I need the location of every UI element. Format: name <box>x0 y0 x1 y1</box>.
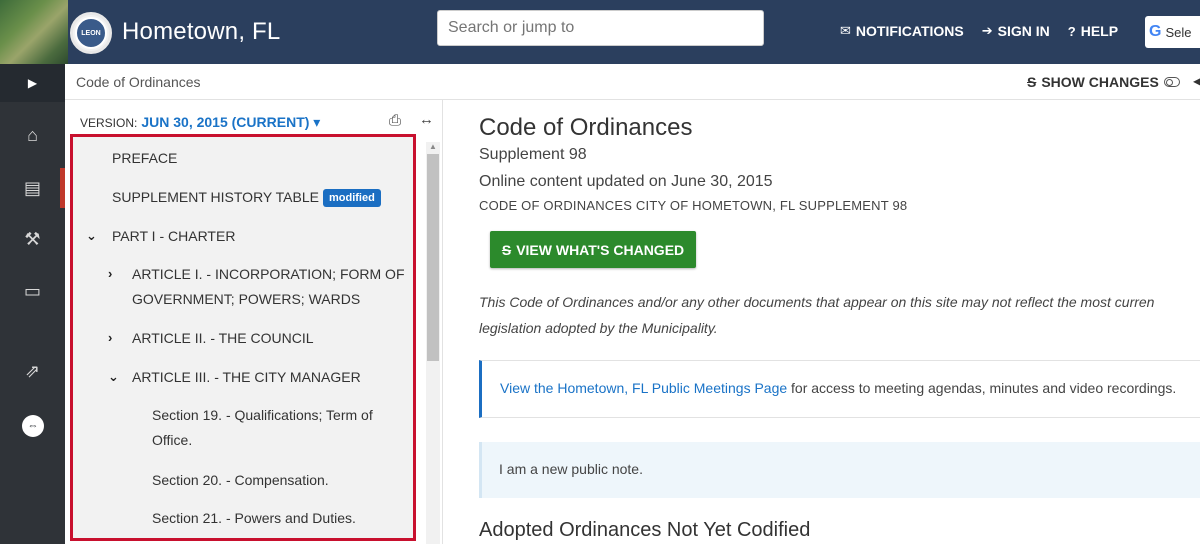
view-changed-label: VIEW WHAT'S CHANGED <box>516 241 685 258</box>
chevron-right-icon[interactable]: › <box>108 330 112 345</box>
meetings-callout: View the Hometown, FL Public Meetings Pa… <box>479 360 1200 418</box>
modified-badge: modified <box>322 189 381 207</box>
gavel-icon[interactable]: ⚒ <box>0 219 65 259</box>
header-nav: ✉ NOTIFICATIONS ➔ SIGN IN ? HELP <box>840 23 1118 39</box>
toc-item-article-i[interactable]: ARTICLE I. - INCORPORATION; FORM OF GOVE… <box>132 262 405 312</box>
top-header: LEON Hometown, FL ✉ NOTIFICATIONS ➔ SIGN… <box>0 0 1200 64</box>
version-row: VERSION: JUN 30, 2015 (CURRENT) ▾ <box>80 114 320 131</box>
notifications-link[interactable]: ✉ NOTIFICATIONS <box>840 23 964 39</box>
scroll-up-icon[interactable]: ▲ <box>429 142 437 151</box>
supplement-label: Supplement 98 <box>479 146 587 163</box>
document-subtitle: CODE OF ORDINANCES CITY OF HOMETOWN, FL … <box>479 198 908 213</box>
seal-text: LEON <box>75 17 107 49</box>
disclaimer-line-1: This Code of Ordinances and/or any other… <box>479 294 1155 310</box>
page-title: Code of Ordinances <box>479 114 693 141</box>
chevron-down-icon[interactable]: ⌄ <box>86 228 97 244</box>
meetings-text: for access to meeting agendas, minutes a… <box>787 380 1177 396</box>
google-icon: G <box>1149 23 1162 40</box>
chevron-left-icon[interactable]: ◀ <box>1193 74 1200 88</box>
toc-item-label: Section 21. - Powers and Duties. <box>152 510 356 526</box>
sign-in-label: SIGN IN <box>997 23 1050 39</box>
updated-date: Online content updated on June 30, 2015 <box>479 173 773 190</box>
breadcrumb[interactable]: Code of Ordinances <box>76 74 201 90</box>
chat-icon[interactable]: ⇔ <box>22 415 44 437</box>
expand-width-icon[interactable]: ↔ <box>419 111 434 128</box>
breadcrumb-bar: Code of Ordinances S SHOW CHANGES ◀ <box>65 64 1200 100</box>
toc-tree: PREFACE SUPPLEMENT HISTORY TABLE modified… <box>70 134 416 541</box>
version-value: JUN 30, 2015 (CURRENT) <box>141 114 310 130</box>
show-changes-toggle[interactable]: S SHOW CHANGES <box>1027 74 1180 90</box>
book-icon[interactable]: ▤ <box>0 168 65 208</box>
sign-in-link[interactable]: ➔ SIGN IN <box>982 23 1050 39</box>
disclaimer-line-2: legislation adopted by the Municipality. <box>479 320 718 336</box>
toc-item-part-i[interactable]: PART I - CHARTER <box>112 224 235 249</box>
translate-select[interactable]: G Sele <box>1145 16 1200 48</box>
version-label: VERSION: <box>80 116 138 130</box>
main-content: Code of Ordinances Supplement 98 Online … <box>444 100 1200 544</box>
home-icon[interactable]: ⌂ <box>0 115 65 155</box>
chevron-down-icon[interactable]: ⌄ <box>108 369 119 385</box>
toc-item-section-20[interactable]: Section 20. - Compensation. <box>152 468 329 493</box>
search-input[interactable] <box>437 10 764 46</box>
strikethrough-icon: S <box>501 241 512 258</box>
toc-item-label-cont: GOVERNMENT; POWERS; WARDS <box>132 291 361 307</box>
toc-item-label: Section 20. - Compensation. <box>152 472 329 488</box>
toc-item-label: Section 19. - Qualifications; Term of <box>152 407 373 423</box>
envelope-icon: ✉ <box>840 23 851 38</box>
strikethrough-icon: S <box>1027 74 1037 90</box>
help-link[interactable]: ? HELP <box>1068 23 1118 39</box>
toc-item-section-21[interactable]: Section 21. - Powers and Duties. <box>152 506 356 531</box>
toc-item-article-ii[interactable]: ARTICLE II. - THE COUNCIL <box>132 326 314 351</box>
sign-in-icon: ➔ <box>981 23 993 38</box>
question-circle-icon: ? <box>1067 23 1076 39</box>
site-title[interactable]: Hometown, FL <box>122 18 280 46</box>
public-meetings-link[interactable]: View the Hometown, FL Public Meetings Pa… <box>500 380 787 396</box>
header-photo <box>0 0 68 64</box>
left-icon-rail: ▶ ⌂ ▤ ⚒ ▭ ⇗ ⇔ <box>0 64 65 544</box>
version-dropdown[interactable]: JUN 30, 2015 (CURRENT) ▾ <box>141 114 320 131</box>
toc-item-label: ARTICLE II. - THE COUNCIL <box>132 330 314 346</box>
help-label: HELP <box>1080 23 1119 39</box>
section-heading: Adopted Ordinances Not Yet Codified <box>479 519 811 541</box>
toc-item-label: PREFACE <box>112 150 178 166</box>
translate-label: Sele <box>1165 24 1192 40</box>
toc-item-preface[interactable]: PREFACE <box>112 146 177 171</box>
toc-item-label-cont: Office. <box>152 432 193 448</box>
toc-item-label: SUPPLEMENT HISTORY TABLE <box>112 189 319 205</box>
toc-item-article-iii[interactable]: ARTICLE III. - THE CITY MANAGER <box>132 365 361 390</box>
view-whats-changed-button[interactable]: S VIEW WHAT'S CHANGED <box>490 231 696 268</box>
city-seal-logo[interactable]: LEON <box>70 12 112 54</box>
chevron-right-icon[interactable]: › <box>108 266 112 281</box>
table-of-contents: VERSION: JUN 30, 2015 (CURRENT) ▾ ⎙ ↔ PR… <box>65 100 443 544</box>
print-icon[interactable]: ⎙ <box>389 112 401 129</box>
toc-item-label: ARTICLE I. - INCORPORATION; FORM OF <box>132 266 405 282</box>
disclaimer-text: This Code of Ordinances and/or any other… <box>479 289 1200 341</box>
notifications-label: NOTIFICATIONS <box>855 23 964 39</box>
toc-item-section-19[interactable]: Section 19. - Qualifications; Term of Of… <box>152 403 373 453</box>
public-note: I am a new public note. <box>479 442 1200 498</box>
toc-item-label: PART I - CHARTER <box>112 228 236 244</box>
document-icon[interactable]: ▭ <box>0 271 65 311</box>
toggle-icon <box>1163 77 1180 87</box>
toc-scrollbar[interactable]: ▲ <box>426 142 440 544</box>
toc-item-label: ARTICLE III. - THE CITY MANAGER <box>132 369 361 385</box>
scrollbar-thumb[interactable] <box>427 154 439 361</box>
sidebar-toggle-button[interactable]: ▶ <box>0 64 65 102</box>
toc-item-supplement-history[interactable]: SUPPLEMENT HISTORY TABLE modified <box>112 185 381 210</box>
show-changes-label: SHOW CHANGES <box>1041 74 1159 90</box>
external-link-icon[interactable]: ⇗ <box>0 351 65 391</box>
